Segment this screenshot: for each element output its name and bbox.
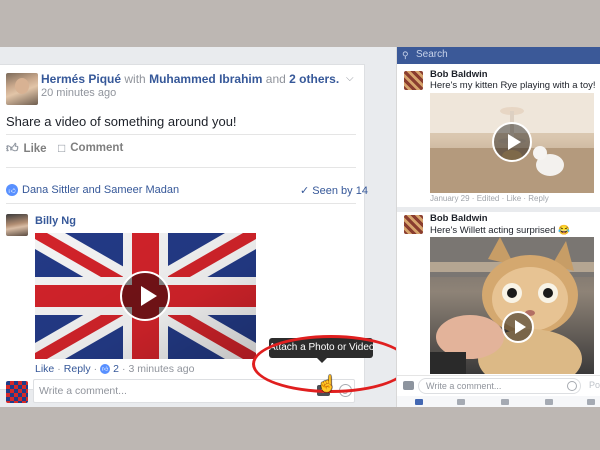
with-text: with	[124, 72, 146, 86]
thumbs-up-icon: 👍︎	[6, 141, 19, 155]
news-feed-icon[interactable]	[415, 399, 423, 405]
menu-icon[interactable]	[587, 399, 595, 405]
reactions-row[interactable]: 👍︎ Dana Sittler and Sameer Madan	[6, 184, 179, 196]
author-avatar[interactable]	[6, 73, 38, 105]
cat-image	[430, 237, 594, 374]
separator: ·	[121, 363, 126, 375]
comment-placeholder: Write a comment...	[426, 381, 502, 391]
others-link[interactable]: 2 others.	[289, 72, 339, 86]
hand-cursor-icon: ☝	[317, 376, 337, 393]
bob-avatar[interactable]	[404, 215, 423, 234]
notifications-icon[interactable]	[545, 399, 553, 405]
emoji-icon[interactable]	[567, 381, 577, 391]
feed-canvas: Hermés Piqué with Muhammed Ibrahim and 2…	[0, 47, 600, 407]
search-placeholder: Search	[416, 49, 448, 60]
post-text: Here's Willett acting surprised 😂	[430, 225, 570, 236]
tagged-user-link[interactable]: Muhammed Ibrahim	[149, 72, 262, 86]
like-label: Like	[23, 142, 47, 155]
comment-icon: □	[58, 141, 66, 155]
divider	[6, 134, 356, 135]
like-button[interactable]: 👍︎ Like	[6, 141, 47, 156]
like-count-icon: 👍︎	[100, 364, 111, 374]
friends-icon[interactable]	[457, 399, 465, 405]
post-timestamp[interactable]: 20 minutes ago	[41, 87, 116, 99]
comment-placeholder: Write a comment...	[39, 385, 127, 397]
seen-by[interactable]: ✓ Seen by 14	[300, 184, 368, 197]
author-name-link[interactable]: Hermés Piqué	[41, 72, 121, 86]
kitten-video[interactable]	[430, 93, 594, 193]
and-text: and	[265, 72, 286, 86]
divider	[397, 207, 600, 212]
divider	[6, 167, 356, 168]
separator: ·	[93, 363, 98, 375]
comment-meta: Like · Reply · 👍︎ 2 · 3 minutes ago	[35, 363, 194, 375]
comment-button[interactable]: □ Comment	[58, 141, 123, 155]
separator: ·	[57, 363, 61, 375]
post-message: Share a video of something around you!	[6, 114, 237, 129]
marketplace-icon[interactable]	[501, 399, 509, 405]
search-bar[interactable]: ⚲ Search	[397, 47, 600, 64]
play-icon[interactable]	[120, 271, 170, 321]
comment-like-count[interactable]: 2	[113, 363, 119, 375]
comment-label: Comment	[70, 142, 124, 154]
search-icon: ⚲	[402, 50, 409, 60]
post-text: Here's my kitten Rye playing with a toy!	[430, 80, 596, 91]
chevron-down-icon[interactable]: ⌵	[346, 73, 354, 84]
reactions-names[interactable]: Dana Sittler and Sameer Madan	[22, 184, 179, 196]
comment-time[interactable]: 3 minutes ago	[128, 363, 194, 375]
commenter-avatar[interactable]	[6, 214, 28, 236]
divider	[6, 203, 356, 204]
play-icon[interactable]	[502, 311, 534, 343]
like-reaction-icon: 👍︎	[6, 184, 18, 196]
post-button[interactable]: Po	[589, 380, 600, 390]
cat-video[interactable]	[430, 237, 594, 374]
bottom-nav	[397, 396, 600, 407]
post-author[interactable]: Bob Baldwin	[430, 213, 488, 224]
play-icon[interactable]	[492, 122, 532, 162]
union-jack-video[interactable]	[35, 233, 256, 359]
comment-reply-link[interactable]: Reply	[64, 363, 91, 375]
comment-bar: Write a comment... Po	[397, 375, 600, 395]
camera-icon[interactable]	[403, 381, 414, 390]
post-header: Hermés Piqué with Muhammed Ibrahim and 2…	[41, 72, 339, 87]
post-author[interactable]: Bob Baldwin	[430, 69, 488, 80]
commenter-name-link[interactable]: Billy Ng	[35, 215, 76, 227]
comment-input[interactable]: Write a comment...	[418, 378, 581, 394]
my-avatar	[6, 381, 28, 403]
bob-avatar[interactable]	[404, 71, 423, 90]
post-meta: January 29 · Edited · Like · Reply	[430, 194, 549, 203]
comment-like-link[interactable]: Like	[35, 363, 54, 375]
seen-by-text: Seen by 14	[312, 185, 368, 197]
right-panel: ⚲ Search Bob Baldwin Here's my kitten Ry…	[396, 47, 600, 407]
